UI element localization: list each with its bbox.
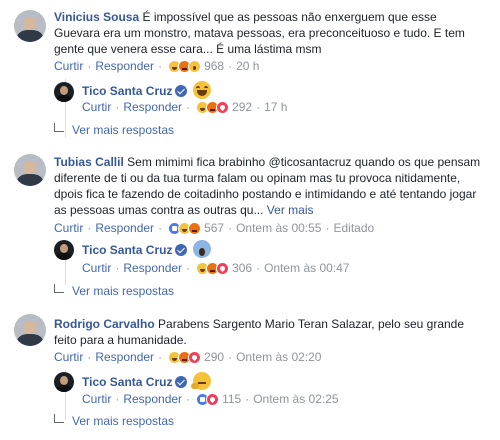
like-button[interactable]: Curtir: [54, 58, 83, 74]
reply-body: Tico Santa Cruz: [82, 372, 212, 390]
reactions-summary[interactable]: [168, 59, 202, 73]
reply-avatar[interactable]: [54, 82, 74, 102]
see-more-replies-link[interactable]: Ver mais respostas: [54, 122, 174, 138]
reply-arrow-icon: [54, 414, 64, 423]
like-button[interactable]: Curtir: [82, 391, 111, 407]
love-reaction-icon: [216, 100, 230, 114]
reply-button[interactable]: Responder: [123, 391, 182, 407]
timestamp[interactable]: Ontem às 02:20: [236, 349, 321, 365]
reactions-summary[interactable]: [196, 100, 230, 114]
avatar[interactable]: [14, 314, 46, 346]
timestamp[interactable]: Ontem às 02:25: [253, 391, 338, 407]
see-more-replies-label[interactable]: Ver mais respostas: [72, 284, 174, 298]
comment-vinicius: Vinicius Sousa É impossível que as pesso…: [0, 0, 500, 140]
comment-actions: Curtir · Responder · 290 · Ontem às 02:20: [54, 349, 322, 365]
reactions-summary[interactable]: [168, 350, 202, 364]
reply-button[interactable]: Responder: [123, 99, 182, 115]
reactions-summary[interactable]: [196, 261, 230, 275]
like-button[interactable]: Curtir: [54, 220, 83, 236]
comment-body: Vinicius Sousa É impossível que as pesso…: [54, 9, 484, 57]
reaction-count[interactable]: 306: [232, 260, 252, 276]
reply-arrow-icon: [54, 284, 64, 293]
reply-button[interactable]: Responder: [123, 260, 182, 276]
timestamp[interactable]: 17 h: [264, 99, 287, 115]
angry-reaction-icon: [188, 221, 202, 235]
reply-button[interactable]: Responder: [95, 220, 154, 236]
comment-author[interactable]: Tubias Callil: [54, 155, 124, 169]
comment-tubias: Tubias Callil Sem mimimi fica brabinho @…: [0, 140, 500, 300]
reply-button[interactable]: Responder: [95, 58, 154, 74]
avatar[interactable]: [14, 10, 46, 42]
edited-label[interactable]: Editado: [333, 220, 374, 236]
reaction-count[interactable]: 290: [204, 349, 224, 365]
reply-arrow-icon: [54, 123, 64, 132]
comment-author[interactable]: Vinicius Sousa: [54, 10, 139, 24]
love-reaction-icon: [206, 392, 220, 406]
reaction-count[interactable]: 968: [204, 58, 224, 74]
reply-author[interactable]: Tico Santa Cruz: [82, 243, 172, 257]
reply-body: Tico Santa Cruz: [82, 240, 212, 258]
laughing-emoji-icon: [193, 81, 212, 99]
comment-body: Tubias Callil Sem mimimi fica brabinho @…: [54, 154, 484, 218]
like-button[interactable]: Curtir: [54, 349, 83, 365]
reply-author[interactable]: Tico Santa Cruz: [82, 84, 172, 98]
verified-badge-icon: [175, 85, 188, 97]
see-more-link[interactable]: Ver mais: [267, 203, 314, 217]
wow-reaction-icon: [188, 59, 202, 73]
like-button[interactable]: Curtir: [82, 99, 111, 115]
reply-avatar[interactable]: [54, 372, 74, 392]
thinking-emoji-icon: [191, 372, 212, 390]
reply-actions: Curtir · Responder · 115 · Ontem às 02:25: [82, 391, 339, 407]
reply-author[interactable]: Tico Santa Cruz: [82, 375, 172, 389]
timestamp[interactable]: 20 h: [236, 58, 259, 74]
timestamp[interactable]: Ontem às 00:55: [236, 220, 321, 236]
see-more-replies-link[interactable]: Ver mais respostas: [54, 283, 174, 299]
reactions-summary[interactable]: [196, 392, 220, 406]
reactions-summary[interactable]: [168, 221, 202, 235]
see-more-replies-label[interactable]: Ver mais respostas: [72, 414, 174, 428]
avatar[interactable]: [14, 154, 46, 186]
comment-actions: Curtir · Responder · 567 · Ontem às 00:55 · …: [54, 220, 375, 236]
reply-button[interactable]: Responder: [95, 349, 154, 365]
see-more-replies-link[interactable]: Ver mais respostas: [54, 413, 174, 429]
love-reaction-icon: [216, 261, 230, 275]
screaming-emoji-icon: [193, 240, 212, 258]
see-more-replies-label[interactable]: Ver mais respostas: [72, 123, 174, 137]
comment-body: Rodrigo Carvalho Parabens Sargento Mario…: [54, 316, 484, 348]
like-button[interactable]: Curtir: [82, 260, 111, 276]
comment-author[interactable]: Rodrigo Carvalho: [54, 317, 155, 331]
reaction-count[interactable]: 115: [222, 391, 241, 407]
love-reaction-icon: [188, 350, 202, 364]
timestamp[interactable]: Ontem às 00:47: [264, 260, 349, 276]
comment-actions: Curtir · Responder · 968 · 20 h: [54, 58, 260, 74]
verified-badge-icon: [175, 244, 188, 256]
verified-badge-icon: [175, 376, 188, 388]
reply-actions: Curtir · Responder · 306 · Ontem às 00:47: [82, 260, 350, 276]
reply-avatar[interactable]: [54, 240, 74, 260]
reply-body: Tico Santa Cruz: [82, 81, 212, 99]
reaction-count[interactable]: 292: [232, 99, 252, 115]
reaction-count[interactable]: 567: [204, 220, 224, 236]
comment-rodrigo: Rodrigo Carvalho Parabens Sargento Mario…: [0, 300, 500, 440]
reply-actions: Curtir · Responder · 292 · 17 h: [82, 99, 288, 115]
